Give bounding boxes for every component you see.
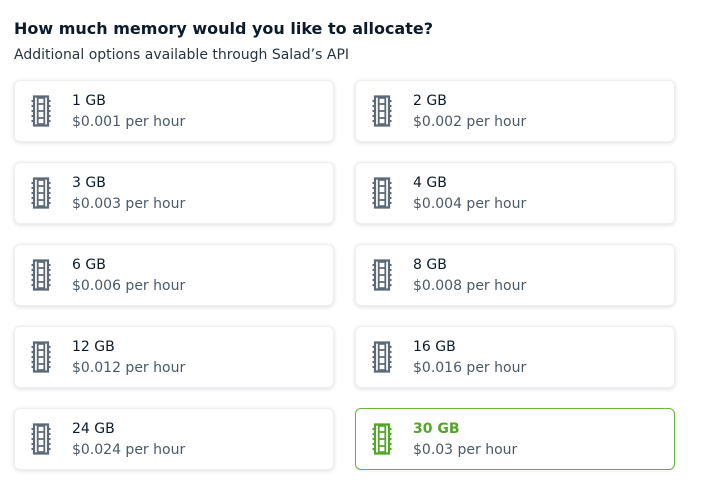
memory-price-label: $0.006 per hour — [72, 277, 186, 294]
memory-stick-icon — [30, 422, 52, 456]
memory-price-label: $0.03 per hour — [413, 441, 518, 458]
memory-option-16gb[interactable]: 16 GB $0.016 per hour — [355, 326, 675, 388]
memory-option-text: 2 GB $0.002 per hour — [413, 92, 526, 131]
memory-size-label: 4 GB — [413, 174, 447, 191]
memory-stick-icon — [30, 258, 52, 292]
memory-size-label: 12 GB — [72, 338, 115, 355]
memory-option-text: 12 GB $0.012 per hour — [72, 338, 185, 377]
memory-option-4gb[interactable]: 4 GB $0.004 per hour — [355, 162, 675, 224]
memory-option-text: 24 GB $0.024 per hour — [72, 420, 185, 459]
memory-size-label: 8 GB — [413, 256, 447, 273]
memory-stick-icon — [30, 340, 52, 374]
memory-stick-icon — [371, 422, 393, 456]
memory-option-24gb[interactable]: 24 GB $0.024 per hour — [14, 408, 334, 470]
memory-price-label: $0.002 per hour — [413, 113, 527, 130]
memory-price-label: $0.004 per hour — [413, 195, 527, 212]
memory-price-label: $0.012 per hour — [72, 359, 186, 376]
memory-size-label: 6 GB — [72, 256, 106, 273]
memory-option-1gb[interactable]: 1 GB $0.001 per hour — [14, 80, 334, 142]
memory-price-label: $0.016 per hour — [413, 359, 527, 376]
page-title: How much memory would you like to alloca… — [14, 19, 434, 38]
memory-size-label: 30 GB — [413, 420, 460, 437]
memory-stick-icon — [371, 176, 393, 210]
memory-stick-icon — [371, 258, 393, 292]
memory-stick-icon — [30, 176, 52, 210]
memory-price-label: $0.024 per hour — [72, 441, 186, 458]
memory-size-label: 16 GB — [413, 338, 456, 355]
memory-stick-icon — [371, 94, 393, 128]
memory-option-8gb[interactable]: 8 GB $0.008 per hour — [355, 244, 675, 306]
memory-size-label: 1 GB — [72, 92, 106, 109]
memory-stick-icon — [30, 94, 52, 128]
memory-size-label: 24 GB — [72, 420, 115, 437]
memory-price-label: $0.003 per hour — [72, 195, 186, 212]
memory-size-label: 3 GB — [72, 174, 106, 191]
memory-option-text: 16 GB $0.016 per hour — [413, 338, 526, 377]
memory-option-text: 3 GB $0.003 per hour — [72, 174, 185, 213]
memory-option-6gb[interactable]: 6 GB $0.006 per hour — [14, 244, 334, 306]
memory-option-text: 4 GB $0.004 per hour — [413, 174, 526, 213]
memory-option-3gb[interactable]: 3 GB $0.003 per hour — [14, 162, 334, 224]
memory-allocation-header: How much memory would you like to alloca… — [14, 18, 694, 65]
memory-option-2gb[interactable]: 2 GB $0.002 per hour — [355, 80, 675, 142]
memory-size-label: 2 GB — [413, 92, 447, 109]
memory-option-12gb[interactable]: 12 GB $0.012 per hour — [14, 326, 334, 388]
memory-option-text: 30 GB $0.03 per hour — [413, 420, 517, 459]
memory-stick-icon — [371, 340, 393, 374]
memory-option-text: 6 GB $0.006 per hour — [72, 256, 185, 295]
page-subtitle: Additional options available through Sal… — [14, 47, 350, 63]
memory-price-label: $0.008 per hour — [413, 277, 527, 294]
memory-option-text: 1 GB $0.001 per hour — [72, 92, 185, 131]
memory-option-30gb[interactable]: 30 GB $0.03 per hour — [355, 408, 675, 470]
memory-options-grid: 1 GB $0.001 per hour 2 GB $0.002 per hou… — [14, 80, 675, 470]
memory-price-label: $0.001 per hour — [72, 113, 186, 130]
memory-option-text: 8 GB $0.008 per hour — [413, 256, 526, 295]
